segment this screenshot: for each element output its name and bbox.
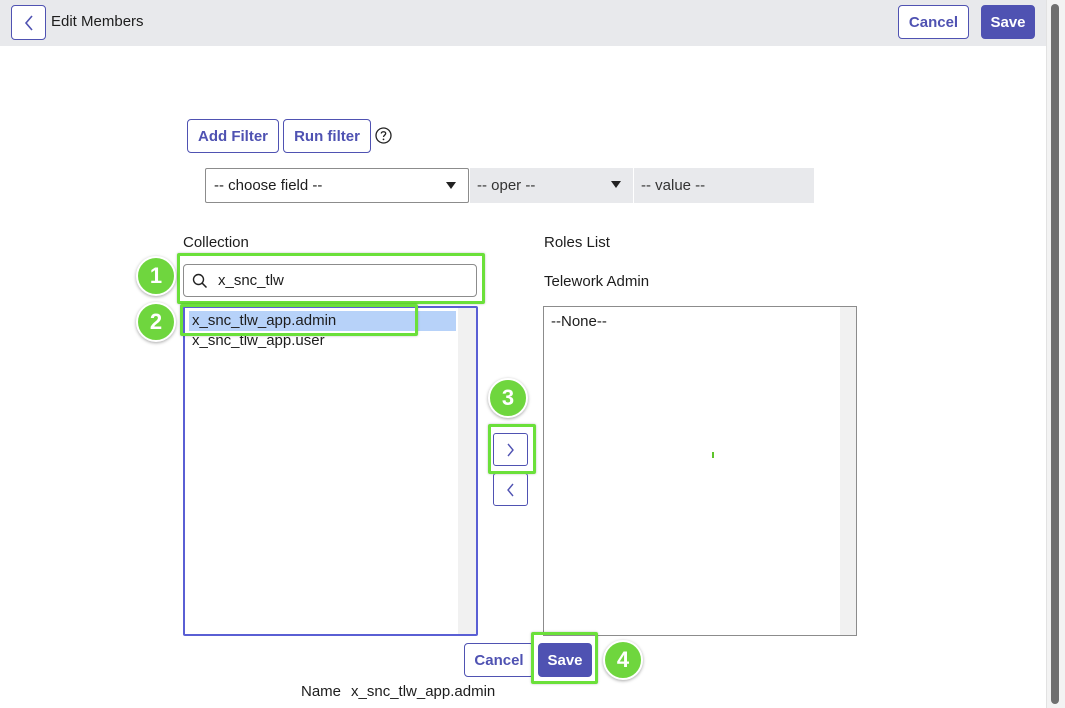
roles-list-scrollbar[interactable]	[840, 307, 856, 635]
step-badge-4: 4	[603, 640, 643, 680]
name-value: x_snc_tlw_app.admin	[351, 683, 496, 700]
page-title: Edit Members	[51, 13, 144, 30]
collection-list-scrollbar[interactable]	[458, 308, 476, 634]
operator-select[interactable]: -- oper --	[470, 168, 633, 203]
collection-option-user[interactable]: x_snc_tlw_app.user	[189, 331, 456, 351]
add-to-roles-button[interactable]	[493, 433, 528, 466]
back-button[interactable]	[11, 5, 46, 40]
page-scrollbar-thumb[interactable]	[1051, 4, 1059, 704]
choose-field-value: -- choose field --	[214, 177, 323, 194]
header-save-button[interactable]: Save	[981, 5, 1035, 39]
roles-option-none[interactable]: --None--	[551, 313, 607, 330]
value-field[interactable]: -- value --	[634, 168, 814, 203]
roles-listbox[interactable]: --None--	[543, 306, 857, 636]
roles-list-label: Roles List	[544, 234, 610, 251]
remove-from-roles-button[interactable]	[493, 473, 528, 506]
chevron-left-icon	[507, 483, 514, 496]
search-icon	[192, 273, 208, 288]
cursor-mark	[712, 452, 714, 458]
step-badge-2: 2	[136, 302, 176, 342]
value-placeholder: -- value --	[641, 177, 706, 194]
collection-label: Collection	[183, 234, 249, 251]
add-filter-button[interactable]: Add Filter	[187, 119, 279, 153]
collection-search-field[interactable]	[183, 264, 477, 297]
footer-cancel-button[interactable]: Cancel	[464, 643, 534, 677]
name-label: Name	[301, 683, 342, 700]
caret-down-icon	[446, 182, 456, 189]
run-filter-button[interactable]: Run filter	[283, 119, 371, 153]
footer-save-button[interactable]: Save	[538, 643, 592, 677]
operator-value: -- oper --	[477, 177, 536, 194]
collection-option-admin[interactable]: x_snc_tlw_app.admin	[189, 311, 456, 331]
choose-field-select[interactable]: -- choose field --	[205, 168, 469, 203]
name-row: Name x_snc_tlw_app.admin	[301, 683, 495, 700]
collection-search-input[interactable]	[216, 271, 456, 290]
header-bar	[0, 0, 1046, 46]
header-cancel-button[interactable]: Cancel	[898, 5, 969, 39]
chevron-left-icon	[24, 14, 33, 31]
step-badge-3: 3	[488, 378, 528, 418]
caret-down-icon	[611, 181, 621, 188]
help-icon[interactable]	[375, 127, 392, 144]
collection-listbox[interactable]: x_snc_tlw_app.admin x_snc_tlw_app.user	[183, 306, 478, 636]
group-name-label: Telework Admin	[544, 273, 650, 290]
step-badge-1: 1	[136, 256, 176, 296]
chevron-right-icon	[507, 443, 514, 456]
